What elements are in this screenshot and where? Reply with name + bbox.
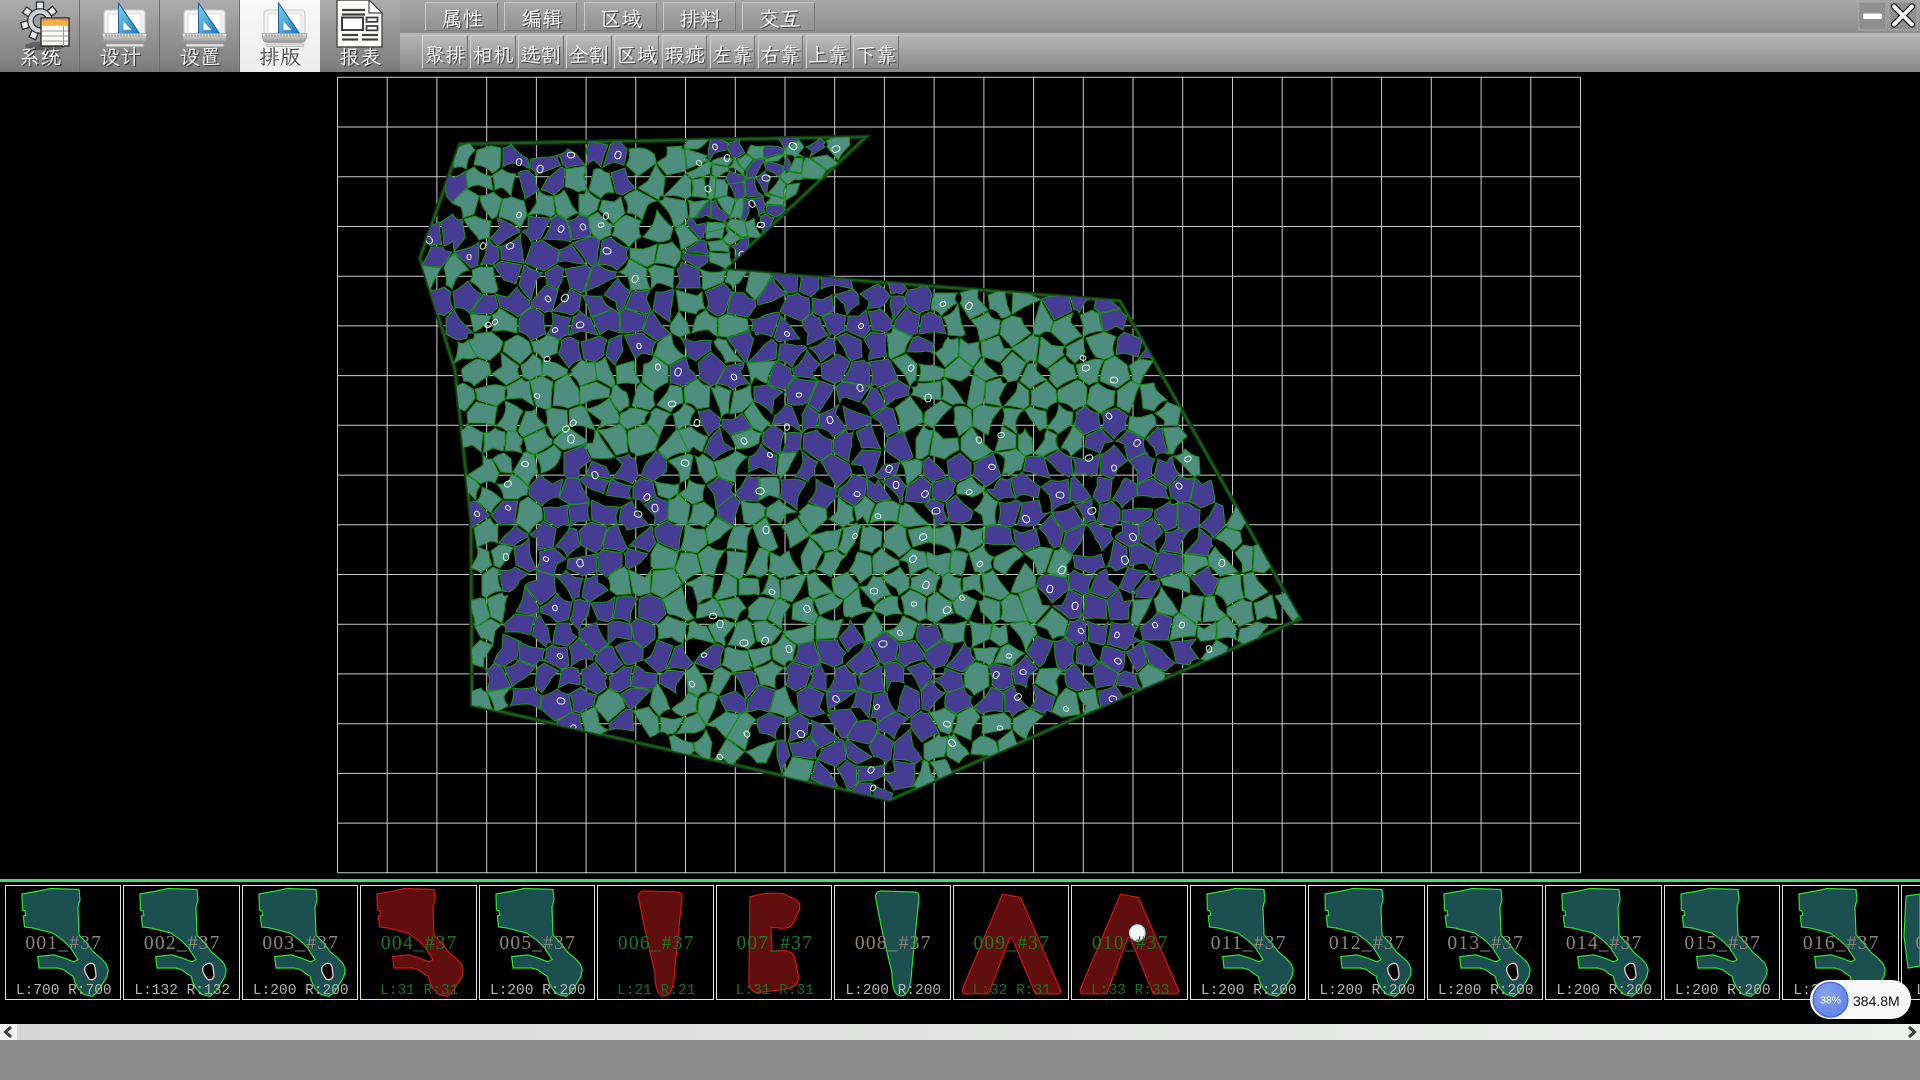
- svg-text:38%: 38%: [1820, 995, 1841, 1007]
